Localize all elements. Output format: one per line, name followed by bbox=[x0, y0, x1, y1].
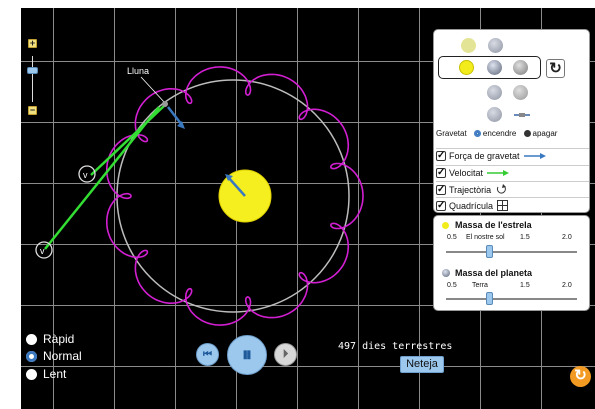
rewind-button[interactable]: ⏮ bbox=[196, 343, 219, 366]
speed-option-slow[interactable]: Lent bbox=[26, 367, 66, 381]
green-arrow-icon bbox=[487, 170, 510, 176]
planet-tick-0: 0.5 bbox=[447, 282, 457, 289]
pause-button[interactable]: ⏸ bbox=[227, 335, 267, 375]
radio-fast[interactable] bbox=[26, 333, 37, 345]
reset-bodies-button[interactable]: ↻ bbox=[546, 59, 565, 78]
satellite-icon[interactable] bbox=[514, 110, 530, 120]
check-gravity-force[interactable]: ✓ Força de gravetat bbox=[436, 148, 589, 161]
mass-control-panel: Massa de l'estrela 0.5 El nostre sol 1.5… bbox=[433, 215, 590, 311]
sun-small-icon[interactable] bbox=[461, 38, 476, 53]
gravity-on-radio[interactable] bbox=[473, 130, 481, 137]
step-icon: ⏵ bbox=[282, 348, 289, 360]
speed-option-normal[interactable]: Normal bbox=[26, 349, 82, 363]
check-velocity[interactable]: ✓ Velocitat bbox=[436, 165, 589, 178]
reset-bodies-icon: ↻ bbox=[549, 60, 562, 77]
star-mass-track bbox=[446, 251, 577, 253]
speed-option-fast[interactable]: Ràpid bbox=[26, 332, 74, 346]
speed-normal-label: Normal bbox=[43, 349, 82, 363]
planet-velocity-arrow bbox=[44, 106, 160, 250]
checkbox-icon[interactable]: ✓ bbox=[436, 151, 446, 161]
moon-velocity-arrow bbox=[90, 104, 166, 176]
planet-tick-1: Terra bbox=[472, 282, 488, 289]
star-tick-0: 0.5 bbox=[447, 234, 457, 241]
planet-mass-track bbox=[446, 298, 577, 300]
checkbox-icon[interactable]: ✓ bbox=[436, 168, 446, 178]
radio-slow[interactable] bbox=[26, 368, 37, 380]
gravity-label: Gravetat bbox=[436, 129, 467, 138]
star-mass-title-text: Massa de l'estrela bbox=[455, 220, 532, 230]
moon-gravity-arrow bbox=[167, 106, 183, 126]
planet-velocity-handle-v: v bbox=[40, 246, 45, 256]
speed-slow-label: Lent bbox=[43, 367, 67, 381]
check-trajectory[interactable]: ✓ Trajectòria bbox=[436, 181, 589, 196]
elapsed-time-readout: 497 dies terrestres bbox=[338, 341, 453, 352]
planet-icon-3[interactable] bbox=[487, 107, 502, 122]
star-tick-1: El nostre sol bbox=[466, 234, 505, 241]
rewind-icon: ⏮ bbox=[203, 349, 212, 360]
pause-icon: ⏸ bbox=[242, 343, 252, 366]
planet-mass-slider-thumb[interactable] bbox=[486, 292, 494, 305]
gravity-off-radio[interactable] bbox=[523, 130, 531, 137]
moon-gravity-arrowhead bbox=[177, 121, 185, 129]
planet-tick-3: 2.0 bbox=[562, 282, 572, 289]
star-mass-slider-thumb[interactable] bbox=[486, 245, 494, 258]
blue-arrow-icon bbox=[523, 153, 546, 159]
zoom-slider-thumb[interactable] bbox=[27, 67, 38, 74]
check-velocity-label: Velocitat bbox=[449, 168, 484, 178]
step-button[interactable]: ⏵ bbox=[274, 343, 297, 366]
planet-icon[interactable] bbox=[487, 60, 502, 75]
check-gravity-force-label: Força de gravetat bbox=[449, 151, 520, 161]
planet-bullet-icon bbox=[442, 269, 450, 277]
checkbox-icon[interactable]: ✓ bbox=[436, 200, 446, 211]
clear-button[interactable]: Neteja bbox=[400, 356, 444, 373]
speed-fast-label: Ràpid bbox=[43, 332, 75, 346]
planet-mass-title-text: Massa del planeta bbox=[455, 268, 533, 278]
star-tick-2: 1.5 bbox=[520, 234, 530, 241]
zoom-out-button[interactable]: − bbox=[28, 106, 37, 115]
check-grid[interactable]: ✓ Quadrícula bbox=[436, 197, 589, 211]
zoom-track bbox=[32, 56, 33, 102]
gravity-off-label[interactable]: apagar bbox=[533, 129, 558, 138]
gravity-on-label[interactable]: encendre bbox=[483, 129, 516, 138]
sun-bullet-icon bbox=[442, 221, 449, 229]
moon-icon-2[interactable] bbox=[513, 85, 528, 100]
planet-icon-2[interactable] bbox=[487, 85, 502, 100]
bodies-control-panel: ↻ Gravetat encendre apagar ✓ Força de gr… bbox=[433, 29, 590, 213]
moon-icon[interactable] bbox=[513, 60, 528, 75]
reset-icon: ↻ bbox=[574, 367, 587, 384]
grid-icon bbox=[497, 200, 509, 211]
moon-velocity-handle-v: v bbox=[83, 170, 88, 180]
check-trajectory-label: Trajectòria bbox=[449, 185, 492, 195]
planet-small-icon[interactable] bbox=[488, 38, 503, 53]
radio-normal[interactable] bbox=[26, 350, 37, 362]
check-grid-label: Quadrícula bbox=[449, 200, 494, 211]
star-mass-title: Massa de l'estrela bbox=[442, 220, 532, 230]
moon[interactable] bbox=[162, 101, 168, 107]
planet-mass-title: Massa del planeta bbox=[442, 268, 532, 278]
sun-icon[interactable] bbox=[459, 60, 474, 75]
zoom-in-button[interactable]: + bbox=[28, 39, 37, 48]
planet-tick-2: 1.5 bbox=[520, 282, 530, 289]
moon-label: Lluna bbox=[127, 66, 149, 76]
star-tick-3: 2.0 bbox=[562, 234, 572, 241]
path-icon bbox=[497, 184, 507, 194]
checkbox-icon[interactable]: ✓ bbox=[436, 185, 446, 195]
gravity-toggle-row: Gravetat encendre apagar bbox=[436, 129, 589, 138]
reset-all-button[interactable]: ↻ bbox=[570, 366, 591, 387]
